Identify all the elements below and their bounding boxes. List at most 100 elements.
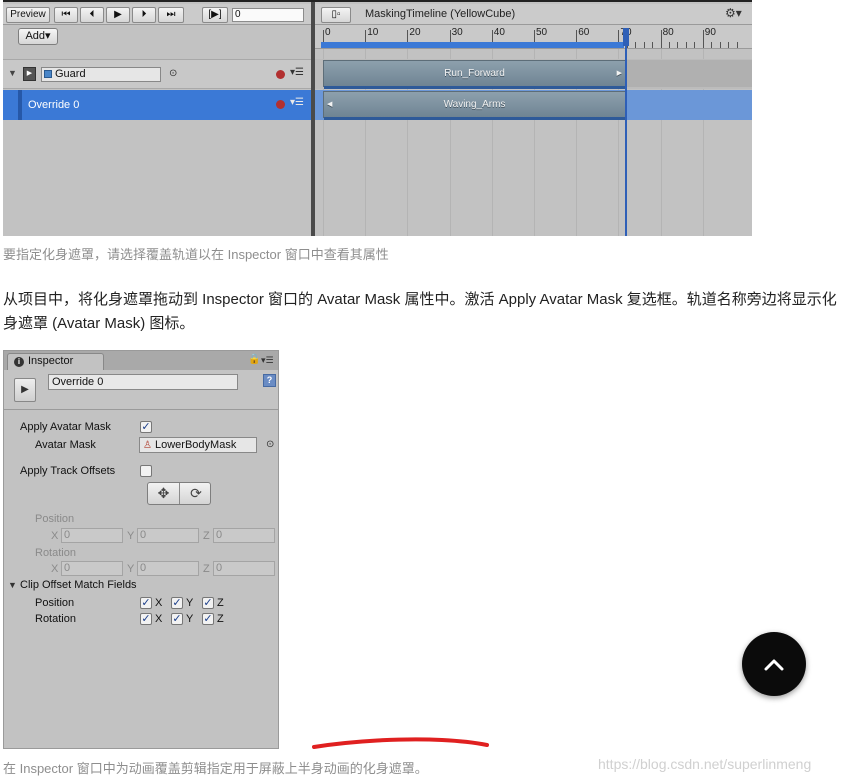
avatar-mask-field[interactable]: ♙ LowerBodyMask: [139, 437, 257, 453]
gear-icon[interactable]: ⚙▾: [725, 6, 742, 20]
track-menu-icon[interactable]: ▾☰: [290, 97, 304, 108]
rotation-y-axis: Y: [127, 563, 135, 575]
match-position-z-checkbox[interactable]: ✓: [202, 597, 214, 609]
timeline-window: Preview ⏮ ⏴ ▶ ⏵ ⏭ [▶] 0 Add▾ ▼ ▶ Guard ⊙…: [3, 0, 752, 236]
playhead-marker[interactable]: [623, 28, 629, 46]
playhead-line[interactable]: [625, 28, 627, 236]
position-x-axis: X: [51, 530, 59, 542]
track-row-override[interactable]: Override 0 ▾☰: [3, 90, 311, 120]
tab-inspector[interactable]: i Inspector: [7, 353, 104, 370]
extrapolation-area: [627, 60, 752, 87]
timeline-toolbar: Preview ⏮ ⏴ ▶ ⏵ ⏭ [▶] 0: [3, 4, 311, 25]
next-frame-icon[interactable]: ⏵: [132, 7, 156, 23]
apply-track-offsets-checkbox[interactable]: [140, 465, 152, 477]
window-menu-icon[interactable]: ▾☰: [261, 355, 274, 366]
body-paragraph: 从项目中，将化身遮罩拖动到 Inspector 窗口的 Avatar Mask …: [3, 291, 837, 332]
clip-out-arrow-icon: ▶: [616, 70, 622, 77]
lane-guard: Run_Forward ▶ ∞: [315, 59, 752, 89]
position-y-axis: Y: [127, 530, 135, 542]
ruler-tick-label: 10: [367, 27, 379, 38]
ruler-tick: [643, 42, 645, 48]
ruler-tick: [635, 42, 637, 48]
ruler-tick: [719, 42, 721, 48]
caption-bottom: 在 Inspector 窗口中为动画覆盖剪辑指定用于屏蔽上半身动画的化身遮罩。: [3, 761, 428, 776]
timeline-header: ▯▫ MaskingTimeline (YellowCube) ⚙▾: [315, 4, 752, 25]
play-icon[interactable]: ▶: [106, 7, 130, 23]
tab-label: Inspector: [28, 355, 74, 367]
ruler-tick-label: 20: [409, 27, 421, 38]
apply-avatar-mask-checkbox[interactable]: ✓: [140, 421, 152, 433]
ruler-tick: [694, 42, 696, 48]
clip-waving-arms[interactable]: ◀ Waving_Arms: [323, 91, 626, 120]
match-position-x-checkbox[interactable]: ✓: [140, 597, 152, 609]
ruler-tick: [660, 30, 662, 48]
timeline-track-list: Preview ⏮ ⏴ ▶ ⏵ ⏭ [▶] 0 Add▾ ▼ ▶ Guard ⊙…: [3, 2, 311, 236]
ruler-tick: [685, 42, 687, 48]
clip-label: Waving_Arms: [443, 99, 506, 110]
clip-offset-section-label[interactable]: Clip Offset Match Fields: [20, 579, 137, 591]
timeline-clip-area: ▯▫ MaskingTimeline (YellowCube) ⚙▾ 0 10 20…: [315, 2, 752, 236]
match-position-x-label: X: [155, 597, 163, 609]
ruler-tick: [736, 42, 738, 48]
frame-input[interactable]: 0: [232, 8, 304, 22]
track-name: Guard: [55, 68, 86, 80]
position-label: Position: [35, 513, 75, 525]
expand-triangle-icon[interactable]: ▼: [8, 68, 17, 78]
match-rotation-label: Rotation: [35, 613, 76, 625]
position-z-axis: Z: [203, 530, 210, 542]
clip-in-arrow-icon: ◀: [327, 101, 333, 108]
goto-start-icon[interactable]: ⏮: [54, 7, 78, 23]
object-picker-icon[interactable]: ⊙: [169, 68, 177, 79]
position-z-field: 0: [213, 528, 275, 543]
prev-frame-icon[interactable]: ⏴: [80, 7, 104, 23]
inspector-header: ▶ Override 0 ?: [4, 370, 278, 410]
position-y-field: 0: [137, 528, 199, 543]
ruler-tick-label: 60: [578, 27, 590, 38]
asset-title: MaskingTimeline (YellowCube): [365, 8, 516, 20]
help-icon[interactable]: ?: [263, 374, 276, 387]
lock-icon[interactable]: 🔒: [248, 354, 260, 365]
position-x-field: 0: [61, 528, 123, 543]
object-name-field[interactable]: Override 0: [48, 374, 238, 390]
ruler-tick-label: 90: [704, 27, 716, 38]
clip-run-forward[interactable]: Run_Forward ▶: [323, 60, 626, 89]
avatar-mask-label: Avatar Mask: [35, 439, 96, 451]
clip-label: Run_Forward: [444, 68, 505, 79]
ruler-tick: [728, 42, 730, 48]
match-position-y-checkbox[interactable]: ✓: [171, 597, 183, 609]
match-position-label: Position: [35, 597, 75, 609]
track-binding-field[interactable]: Guard: [41, 67, 161, 82]
goto-end-icon[interactable]: ⏭: [158, 7, 184, 23]
track-list-empty-area: [3, 121, 311, 236]
match-rotation-x-label: X: [155, 613, 163, 625]
rotation-z-field: 0: [213, 561, 275, 576]
track-menu-icon[interactable]: ▾☰: [290, 67, 304, 78]
move-tool-icon[interactable]: ✥: [148, 483, 180, 504]
add-track-button[interactable]: Add▾: [18, 28, 58, 45]
info-icon: i: [14, 357, 24, 367]
match-rotation-z-label: Z: [217, 613, 224, 625]
track-row-guard[interactable]: ▼ ▶ Guard ⊙ ▾☰: [3, 59, 311, 89]
object-picker-icon[interactable]: ⊙: [266, 439, 274, 450]
ruler-tick: [677, 42, 679, 48]
preview-button[interactable]: Preview: [6, 7, 50, 23]
cube-icon: [44, 70, 52, 78]
record-icon[interactable]: [276, 70, 285, 79]
frame-mode-icon[interactable]: ▯▫: [321, 7, 351, 23]
scroll-to-top-button[interactable]: [742, 632, 806, 696]
match-position-y-label: Y: [186, 597, 194, 609]
match-rotation-x-checkbox[interactable]: ✓: [140, 613, 152, 625]
rotation-y-field: 0: [137, 561, 199, 576]
selection-edge: [18, 90, 22, 120]
apply-avatar-mask-label: Apply Avatar Mask: [20, 421, 111, 433]
rotate-tool-icon[interactable]: ⟳: [180, 483, 212, 504]
foldout-triangle-icon[interactable]: ▼: [8, 580, 17, 590]
ruler-tick-label: 30: [451, 27, 463, 38]
match-rotation-y-checkbox[interactable]: ✓: [171, 613, 183, 625]
match-rotation-z-checkbox[interactable]: ✓: [202, 613, 214, 625]
animation-track-icon: ▶: [23, 67, 36, 81]
playable-range-band: [321, 42, 624, 48]
rotation-label: Rotation: [35, 547, 76, 559]
record-icon[interactable]: [276, 100, 285, 109]
play-range-icon[interactable]: [▶]: [202, 7, 228, 23]
